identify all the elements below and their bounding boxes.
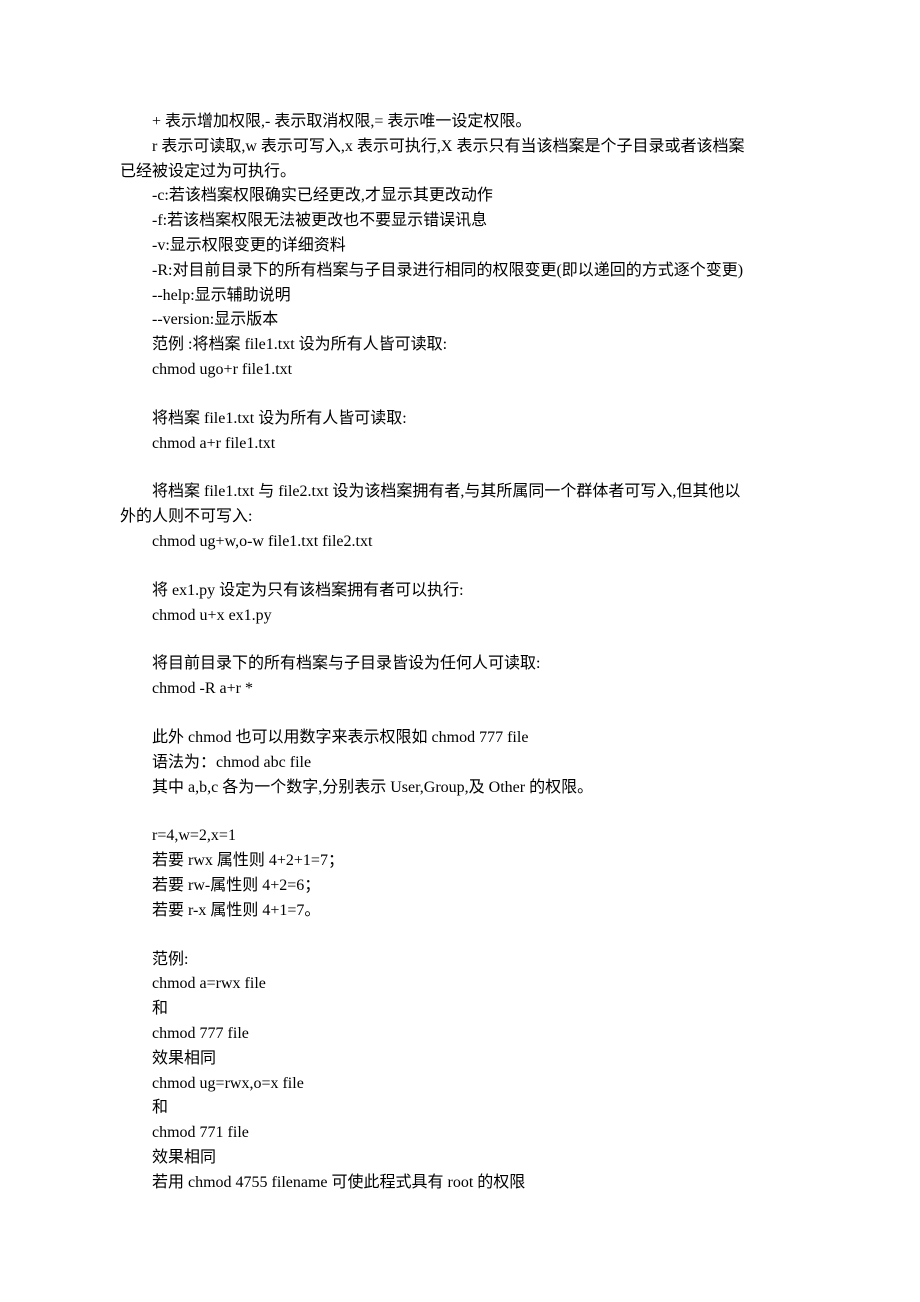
text-line: 范例: xyxy=(120,948,800,973)
text-line: chmod 777 file xyxy=(120,1022,800,1047)
blank-line xyxy=(120,628,800,652)
text-line: 将档案 file1.txt 与 file2.txt 设为该档案拥有者,与其所属同… xyxy=(120,480,800,505)
text-line: 将 ex1.py 设定为只有该档案拥有者可以执行: xyxy=(120,579,800,604)
document-body: + 表示增加权限,- 表示取消权限,= 表示唯一设定权限。r 表示可读取,w 表… xyxy=(120,110,800,1195)
text-line: 语法为：chmod abc file xyxy=(120,751,800,776)
text-line: 此外 chmod 也可以用数字来表示权限如 chmod 777 file xyxy=(120,726,800,751)
blank-line xyxy=(120,456,800,480)
text-line: -R:对目前目录下的所有档案与子目录进行相同的权限变更(即以递回的方式逐个变更) xyxy=(120,259,800,284)
text-line: 将目前目录下的所有档案与子目录皆设为任何人可读取: xyxy=(120,652,800,677)
text-line: 效果相同 xyxy=(120,1146,800,1171)
text-line: 若要 r-x 属性则 4+1=7。 xyxy=(120,899,800,924)
text-line: 若用 chmod 4755 filename 可使此程式具有 root 的权限 xyxy=(120,1171,800,1196)
text-line: -f:若该档案权限无法被更改也不要显示错误讯息 xyxy=(120,209,800,234)
text-line: 其中 a,b,c 各为一个数字,分别表示 User,Group,及 Other … xyxy=(120,776,800,801)
text-line: chmod ug+w,o-w file1.txt file2.txt xyxy=(120,530,800,555)
text-line: chmod 771 file xyxy=(120,1121,800,1146)
text-line: chmod a=rwx file xyxy=(120,972,800,997)
blank-line xyxy=(120,383,800,407)
text-line: chmod u+x ex1.py xyxy=(120,604,800,629)
text-line: -v:显示权限变更的详细资料 xyxy=(120,234,800,259)
blank-line xyxy=(120,800,800,824)
text-line: --version:显示版本 xyxy=(120,308,800,333)
text-line: chmod ugo+r file1.txt xyxy=(120,358,800,383)
text-line: 范例 :将档案 file1.txt 设为所有人皆可读取: xyxy=(120,333,800,358)
text-line: 若要 rwx 属性则 4+2+1=7； xyxy=(120,849,800,874)
text-line: chmod -R a+r * xyxy=(120,677,800,702)
text-line: r 表示可读取,w 表示可写入,x 表示可执行,X 表示只有当该档案是个子目录或… xyxy=(120,135,800,160)
blank-line xyxy=(120,555,800,579)
text-line: 和 xyxy=(120,997,800,1022)
text-line: 已经被设定过为可执行。 xyxy=(120,160,800,185)
text-line: 和 xyxy=(120,1096,800,1121)
text-line: 外的人则不可写入: xyxy=(120,505,800,530)
text-line: 若要 rw-属性则 4+2=6； xyxy=(120,874,800,899)
text-line: chmod a+r file1.txt xyxy=(120,432,800,457)
blank-line xyxy=(120,924,800,948)
blank-line xyxy=(120,702,800,726)
text-line: r=4,w=2,x=1 xyxy=(120,824,800,849)
text-line: 效果相同 xyxy=(120,1047,800,1072)
text-line: chmod ug=rwx,o=x file xyxy=(120,1072,800,1097)
text-line: + 表示增加权限,- 表示取消权限,= 表示唯一设定权限。 xyxy=(120,110,800,135)
text-line: --help:显示辅助说明 xyxy=(120,284,800,309)
text-line: -c:若该档案权限确实已经更改,才显示其更改动作 xyxy=(120,184,800,209)
text-line: 将档案 file1.txt 设为所有人皆可读取: xyxy=(120,407,800,432)
